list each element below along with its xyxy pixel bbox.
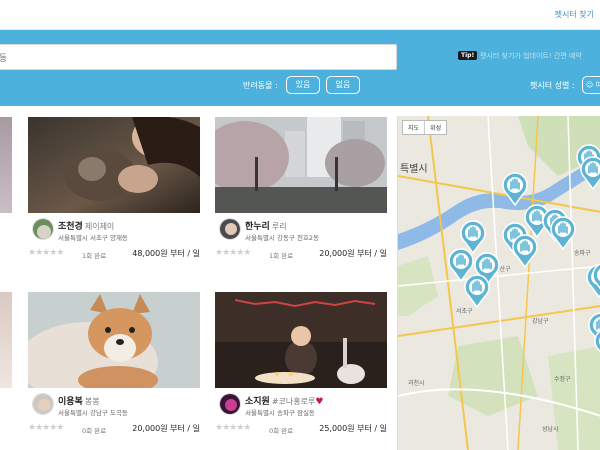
sitter-nickname: 제이제이 [84, 222, 115, 231]
sitter-card[interactable]: 소지원 #코나홍로루♥ 서울특별시 송파구 잠실동 ★★★★★ 0회 완료 25,… [215, 292, 387, 450]
sitter-name-row: 조천경 제이제이 [58, 219, 114, 232]
sitter-nickname: #코나홍로루 [271, 397, 316, 406]
map-tab-map[interactable]: 지도 [403, 121, 424, 134]
rating-stars: ★★★★★ [215, 423, 251, 433]
sitter-name-row: 한누리 루리 [245, 219, 287, 232]
sitter-pin-icon[interactable] [594, 328, 600, 362]
sitter-photo[interactable] [28, 292, 200, 388]
sitter-pin-icon[interactable] [464, 274, 490, 309]
pet-filter-label: 반려동물 : [243, 81, 278, 90]
sitter-nickname: 루리 [271, 222, 287, 231]
partial-card-photo[interactable] [0, 292, 12, 388]
completed-count: 0회 완료 [82, 427, 107, 435]
sitter-price: 48,000원 부터 / 일 [132, 249, 200, 258]
completed-count: 0회 완료 [269, 427, 294, 435]
map-type-tabs: 지도 위성 [402, 120, 448, 135]
sitter-address: 서울특별시 강남구 도곡동 [58, 409, 128, 417]
map-label-gangnam: 강남구 [532, 318, 549, 325]
map-tab-satellite[interactable]: 위성 [424, 121, 446, 134]
sitter-name: 조천경 [58, 222, 83, 232]
map-label-gwacheon: 과천시 [408, 380, 425, 387]
sitter-name: 소지원 [245, 397, 270, 407]
sitter-photo[interactable] [215, 117, 387, 213]
location-search-input[interactable] [0, 45, 396, 69]
sitter-name: 한누리 [245, 222, 270, 232]
pet-yes-button[interactable]: 있음 [286, 76, 320, 94]
rating-stars: ★★★★★ [28, 423, 64, 433]
gender-select[interactable]: ☺ 여 [582, 76, 600, 94]
sitter-avatar [32, 218, 54, 240]
sitter-address: 서울특별시 서초구 양재동 [58, 234, 128, 242]
sitter-avatar [219, 393, 241, 415]
location-search-box[interactable] [0, 44, 397, 70]
sitter-pin-icon[interactable] [512, 234, 538, 269]
find-petsitter-link[interactable]: 펫시터 찾기 [555, 9, 594, 20]
map-city-label: 특별시 [400, 164, 428, 175]
sitter-card[interactable]: 조천경 제이제이 서울특별시 서초구 양재동 ★★★★★ 1회 완료 48,000… [28, 117, 200, 287]
sitter-avatar [32, 393, 54, 415]
sitter-price: 20,000원 부터 / 일 [319, 249, 387, 258]
person-icon: ☺ [586, 81, 594, 89]
sitter-card[interactable]: 이용복 봉봉 서울특별시 강남구 도곡동 ★★★★★ 0회 완료 20,000원 … [28, 292, 200, 450]
sitter-pin-icon[interactable] [592, 262, 600, 296]
partial-card-photo[interactable] [0, 117, 12, 213]
sitter-pin-icon[interactable] [580, 156, 600, 191]
sitter-photo[interactable] [28, 117, 200, 213]
top-header: 펫시터 찾기 [0, 0, 600, 30]
sitter-address: 서울특별시 강동구 천호2동 [245, 234, 320, 242]
pet-no-button[interactable]: 없음 [326, 76, 360, 94]
map-label-seongnam: 성남시 [542, 426, 559, 433]
tip-badge: Tip! [458, 51, 478, 60]
gender-select-value: 여 [596, 81, 600, 89]
gender-filter-label: 펫시터 성별 : [530, 81, 575, 90]
rating-stars: ★★★★★ [28, 248, 64, 258]
sitter-pin-icon[interactable] [502, 172, 528, 207]
search-band: Tip! 펫시터 찾기가 업데이트! 간편 예약 반려동물 : 있음 없음 펫시… [0, 30, 600, 106]
sitter-card[interactable]: 한누리 루리 서울특별시 강동구 천호2동 ★★★★★ 1회 완료 20,000원… [215, 117, 387, 287]
sitter-name-row: 소지원 #코나홍로루♥ [245, 394, 323, 407]
sitter-pin-icon[interactable] [550, 216, 576, 251]
sitter-price: 20,000원 부터 / 일 [132, 424, 200, 433]
sitter-name: 이용복 [58, 397, 83, 407]
map-label-songpa: 송파구 [574, 250, 591, 257]
sitter-address: 서울특별시 송파구 잠실동 [245, 409, 315, 417]
map-label-sujeong: 수정구 [554, 376, 571, 383]
sitter-nickname: 봉봉 [84, 397, 100, 406]
completed-count: 1회 완료 [269, 252, 294, 260]
sitter-avatar [219, 218, 241, 240]
tip-text: 펫시터 찾기가 업데이트! 간편 예약 [480, 52, 582, 60]
sitter-name-row: 이용복 봉봉 [58, 394, 100, 407]
rating-stars: ★★★★★ [215, 248, 251, 258]
sitter-map[interactable]: 지도 위성 특별시 용산구 서초구 송파구 강남구 과천시 수정구 성남시 [397, 116, 600, 450]
sitter-photo[interactable] [215, 292, 387, 388]
heart-icon: ♥ [315, 397, 324, 407]
sitter-price: 25,000원 부터 / 일 [319, 424, 387, 433]
completed-count: 1회 완료 [82, 252, 107, 260]
